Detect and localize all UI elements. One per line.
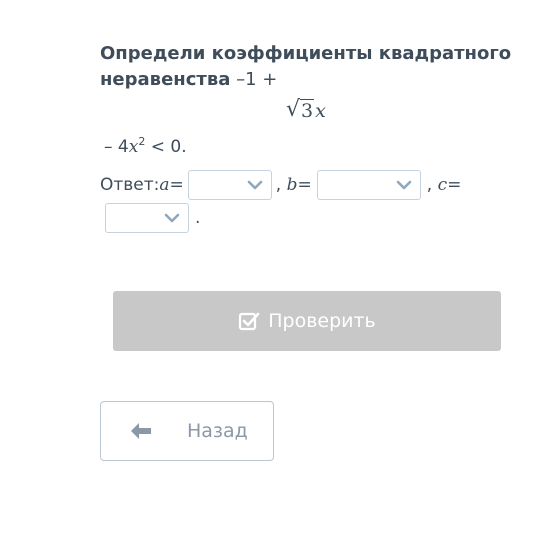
question-term: –1 + — [230, 69, 278, 90]
less-than-zero: < 0. — [145, 137, 187, 157]
var-b: b — [286, 175, 298, 195]
check-button-label: Проверить — [268, 310, 376, 332]
equals-c: = — [447, 175, 462, 195]
var-a: a — [159, 175, 170, 195]
sqrt-symbol: √ — [286, 97, 301, 122]
dropdown-b[interactable] — [316, 170, 421, 200]
comma-a: , — [275, 175, 282, 195]
dropdown-c[interactable] — [105, 203, 189, 233]
dropdown-a[interactable] — [187, 170, 272, 200]
chevron-down-icon — [247, 180, 263, 190]
coef-minus-four: – 4 — [104, 137, 129, 157]
answer-row: Ответ: a = , b = , c = — [100, 170, 461, 200]
question-title: Определи коэффициенты квадратного нераве… — [100, 43, 512, 90]
answer-row-2: . — [105, 202, 200, 234]
checkbox-check-icon — [239, 312, 260, 331]
sqrt-term: √ 3 x — [286, 92, 326, 123]
square-variable: x — [128, 137, 139, 157]
question-text: Определи коэффициенты квадратного нераве… — [100, 41, 520, 93]
chevron-down-icon — [396, 180, 412, 190]
period: . — [195, 208, 201, 228]
equals-a: = — [169, 175, 184, 195]
arrow-left-icon — [131, 423, 151, 439]
task-page: Определи коэффициенты квадратного нераве… — [0, 0, 539, 541]
chevron-down-icon — [164, 213, 180, 223]
comma-b: , — [426, 175, 433, 195]
var-c: c — [437, 175, 448, 195]
equals-b: = — [297, 175, 312, 195]
sqrt-variable: x — [315, 100, 326, 122]
back-button[interactable]: Назад — [100, 401, 274, 461]
check-button[interactable]: Проверить — [113, 291, 501, 351]
answer-label: Ответ: — [100, 175, 160, 195]
sqrt-radicand: 3 — [300, 99, 315, 122]
back-button-label: Назад — [187, 420, 248, 442]
inequality-tail: – 4x2 < 0. — [104, 131, 187, 158]
